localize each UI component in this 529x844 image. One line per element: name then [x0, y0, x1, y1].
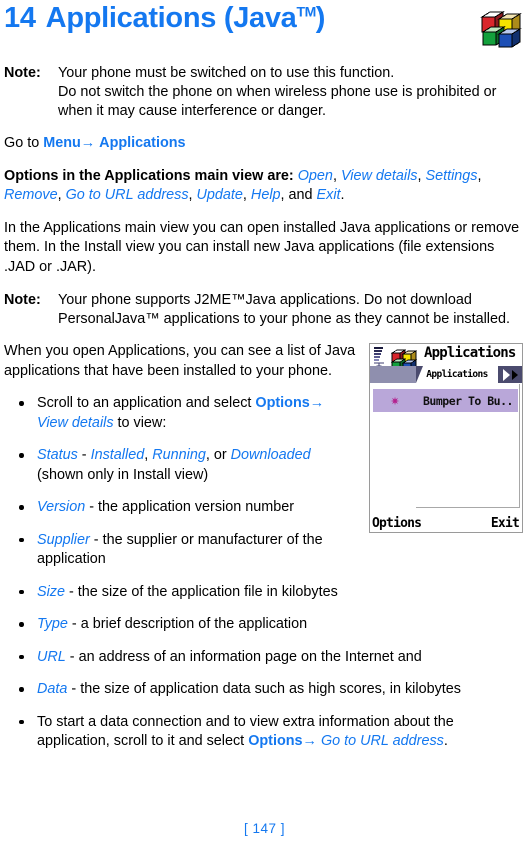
tab-applications[interactable]: Applications [416, 366, 498, 383]
note-block-2: Note: Your phone supports J2ME™Java appl… [4, 291, 525, 329]
note-body: Your phone must be switched on to use th… [58, 64, 525, 121]
list-item-status: Status - Installed, Running, or Download… [4, 446, 525, 485]
version-seg-0: Version [37, 499, 86, 515]
note1-line2: Do not switch the phone on when wireless… [58, 84, 497, 119]
type-seg-1: - a brief description of the application [67, 616, 308, 632]
goto-prefix: Go to [4, 135, 44, 151]
bullet-dot-icon [19, 654, 24, 659]
status-seg-2: Installed [90, 447, 145, 463]
supplier-seg-0: Supplier [37, 531, 90, 548]
url-seg-0: URL [37, 648, 66, 665]
tab-arrow-white [503, 368, 510, 381]
bullet-dot-icon [19, 537, 24, 542]
option-help: Help [250, 187, 281, 203]
options-period: . [340, 187, 345, 203]
chapter-title-text: Applications (Java [45, 2, 297, 34]
install-view-paragraph: In the Applications main view you can op… [4, 219, 520, 275]
chapter-title-close: ) [315, 2, 326, 34]
bullet-dot-icon [19, 453, 24, 458]
list-item-data-connection: To start a data connection and to view e… [4, 713, 525, 752]
type-seg-0: Type [37, 616, 68, 632]
list-item-url: URL - an address of an information page … [4, 648, 525, 668]
status-seg-7: (shown only in Install view) [37, 466, 209, 483]
status-seg-4: Running [152, 447, 206, 463]
softkey-options[interactable]: Options [372, 516, 422, 531]
list-item-type: Type - a brief description of the applic… [4, 615, 525, 635]
list-item-data: Data - the size of application data such… [4, 680, 525, 700]
path-arrow-icon: → [80, 135, 96, 151]
trademark-mark: TM [296, 3, 317, 20]
size-seg-1: - the size of the application file in ki… [65, 583, 338, 600]
manual-page: 14 Applications (JavaTM) Note: Your phon… [0, 0, 529, 844]
option-go-to-url-address: Go to URL address [65, 187, 189, 203]
options-list-paragraph: Options in the Applications main view ar… [4, 167, 482, 204]
data-connection-seg-4: . [443, 733, 448, 749]
list-item-size: Size - the size of the application file … [4, 583, 525, 603]
bullet-dot-icon [19, 687, 24, 692]
phone-title: Applications [424, 345, 516, 361]
option-remove: Remove [4, 187, 58, 203]
option-exit: Exit [316, 187, 341, 203]
applications-link: Applications [99, 135, 186, 151]
data-connection-seg-1: Options [248, 733, 303, 749]
bullet-dot-icon [19, 589, 24, 594]
menu-link: Menu [43, 135, 81, 151]
status-seg-1: - [77, 447, 91, 463]
data-connection-seg-2: → [302, 733, 321, 749]
note-label-2: Note: [4, 292, 41, 308]
bullet-dot-icon [19, 505, 24, 510]
bullet-dot-icon [19, 719, 24, 724]
page-title: 14 Applications (JavaTM) [4, 4, 325, 33]
option-update: Update [196, 187, 243, 203]
tab-next-arrow-icon[interactable] [498, 366, 521, 383]
details-bullet-list: Scroll to an application and select Opti… [4, 394, 525, 752]
bullet-dot-icon [19, 401, 24, 406]
note-label: Note: [4, 65, 41, 81]
option-view-details: View details [340, 167, 418, 184]
data-seg-1: - the size of application data such as h… [67, 681, 461, 697]
list-item-scroll-select: Scroll to an application and select Opti… [4, 394, 525, 433]
chapter-number: 14 [4, 2, 36, 34]
phone-tab-bar-left-block [370, 366, 416, 383]
phone-tab-bar: Applications [370, 366, 522, 383]
status-seg-5: , or [205, 447, 231, 463]
data-seg-0: Data [37, 681, 68, 697]
tab-arrow-black [512, 369, 518, 380]
note1-line1: Your phone must be switched on to use th… [58, 65, 395, 81]
softkey-exit[interactable]: Exit [491, 516, 520, 531]
options-lead: Options in the Applications main view ar… [4, 167, 294, 184]
version-seg-1: - the application version number [85, 499, 295, 515]
data-connection-seg-3: Go to URL address [320, 733, 444, 749]
page-number: [ 147 ] [243, 821, 286, 836]
scroll-select-seg-2: → [309, 395, 325, 411]
scroll-select-seg-0: Scroll to an application and select [37, 395, 256, 411]
status-seg-6: Downloaded [230, 447, 311, 463]
bullet-dot-icon [19, 622, 24, 627]
option-open: Open [297, 167, 333, 184]
scroll-select-seg-4: to view: [113, 414, 167, 431]
java-blocks-icon [479, 6, 523, 50]
size-seg-0: Size [37, 583, 65, 600]
options-and: and [288, 187, 313, 203]
url-seg-1: - an address of an information page on t… [65, 648, 422, 665]
scroll-select-seg-3: View details [37, 414, 114, 431]
list-item-version: Version - the application version number [4, 498, 525, 518]
option-settings: Settings [425, 167, 478, 184]
goto-menu-path: Go to Menu→ Applications [4, 134, 525, 154]
status-seg-0: Status [37, 447, 78, 463]
list-item-supplier: Supplier - the supplier or manufacturer … [4, 531, 525, 570]
note-block-1: Note: Your phone must be switched on to … [4, 64, 525, 121]
scroll-select-seg-1: Options [255, 395, 310, 411]
chapter-header: 14 Applications (JavaTM) [4, 0, 525, 50]
note2-body: Your phone supports J2ME™Java applicatio… [58, 292, 510, 327]
